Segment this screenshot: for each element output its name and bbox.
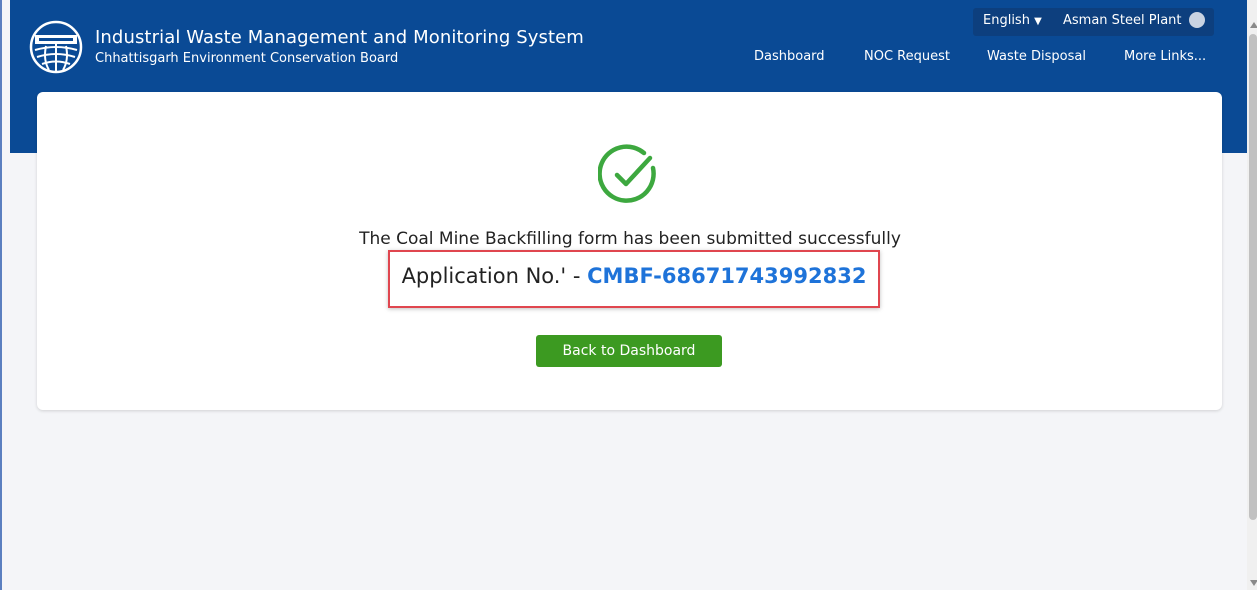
scrollbar-thumb[interactable] <box>1249 34 1257 520</box>
nav-more-links[interactable]: More Links... <box>1124 49 1206 64</box>
application-number: CMBF-68671743992832 <box>587 264 867 288</box>
success-message: The Coal Mine Backfilling form has been … <box>359 229 901 249</box>
back-to-dashboard-button[interactable]: Back to Dashboard <box>536 335 722 367</box>
application-number-line: Application No.' - CMBF-68671743992832 <box>388 264 880 288</box>
user-avatar-icon[interactable] <box>1189 12 1205 28</box>
language-label: English <box>983 13 1030 28</box>
user-menu[interactable]: Asman Steel Plant <box>1063 13 1182 28</box>
nav-noc-request[interactable]: NOC Request <box>864 49 950 64</box>
scroll-up-arrow-icon[interactable] <box>1250 22 1257 28</box>
nav-dashboard[interactable]: Dashboard <box>754 49 825 64</box>
language-selector[interactable]: English ▼ <box>983 13 1042 28</box>
scroll-down-arrow-icon[interactable] <box>1250 580 1257 586</box>
application-number-label: Application No.' - <box>401 264 588 288</box>
app-title: Industrial Waste Management and Monitori… <box>95 27 584 48</box>
success-check-icon <box>598 144 656 203</box>
chevron-down-icon: ▼ <box>1034 16 1042 27</box>
app-subtitle: Chhattisgarh Environment Conservation Bo… <box>95 51 399 66</box>
nav-waste-disposal[interactable]: Waste Disposal <box>987 49 1086 64</box>
globe-logo-icon[interactable] <box>29 20 83 74</box>
page: Industrial Waste Management and Monitori… <box>0 0 1257 590</box>
